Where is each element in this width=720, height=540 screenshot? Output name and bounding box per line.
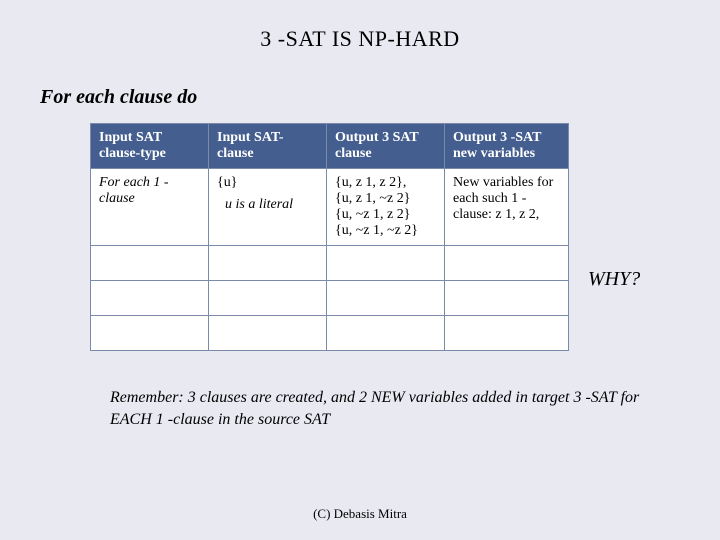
section-subtitle: For each clause do [40,86,720,109]
empty-cell [445,246,569,281]
empty-cell [327,246,445,281]
empty-cell [445,281,569,316]
cell-output-clause: {u, z 1, z 2}, {u, z 1, ~z 2} {u, ~z 1, … [327,169,445,246]
empty-cell [327,281,445,316]
table-row [91,246,569,281]
header-output-clause: Output 3 SAT clause [327,124,445,169]
empty-cell [91,281,209,316]
table-row [91,281,569,316]
empty-cell [91,316,209,351]
table-row: For each 1 -clause {u} u is a literal {u… [91,169,569,246]
clause-table: Input SAT clause-type Input SAT-clause O… [90,123,569,351]
cell-input-clause-note: u is a literal [225,197,318,213]
remember-note: Remember: 3 clauses are created, and 2 N… [110,387,660,430]
cell-output-vars: New variables for each such 1 -clause: z… [445,169,569,246]
header-input-type: Input SAT clause-type [91,124,209,169]
cell-input-clause: {u} u is a literal [209,169,327,246]
cell-clause-type: For each 1 -clause [91,169,209,246]
page-title: 3 -SAT IS NP-HARD [0,0,720,52]
header-output-vars: Output 3 -SAT new variables [445,124,569,169]
empty-cell [209,281,327,316]
empty-cell [209,246,327,281]
why-annotation: WHY? [588,268,640,291]
copyright-footer: (C) Debasis Mitra [0,506,720,522]
slide: 3 -SAT IS NP-HARD For each clause do Inp… [0,0,720,540]
empty-cell [445,316,569,351]
table-row [91,316,569,351]
empty-cell [91,246,209,281]
empty-cell [209,316,327,351]
cell-input-clause-main: {u} [217,175,237,190]
clause-table-wrap: Input SAT clause-type Input SAT-clause O… [90,123,568,351]
empty-cell [327,316,445,351]
header-input-clause: Input SAT-clause [209,124,327,169]
table-header-row: Input SAT clause-type Input SAT-clause O… [91,124,569,169]
